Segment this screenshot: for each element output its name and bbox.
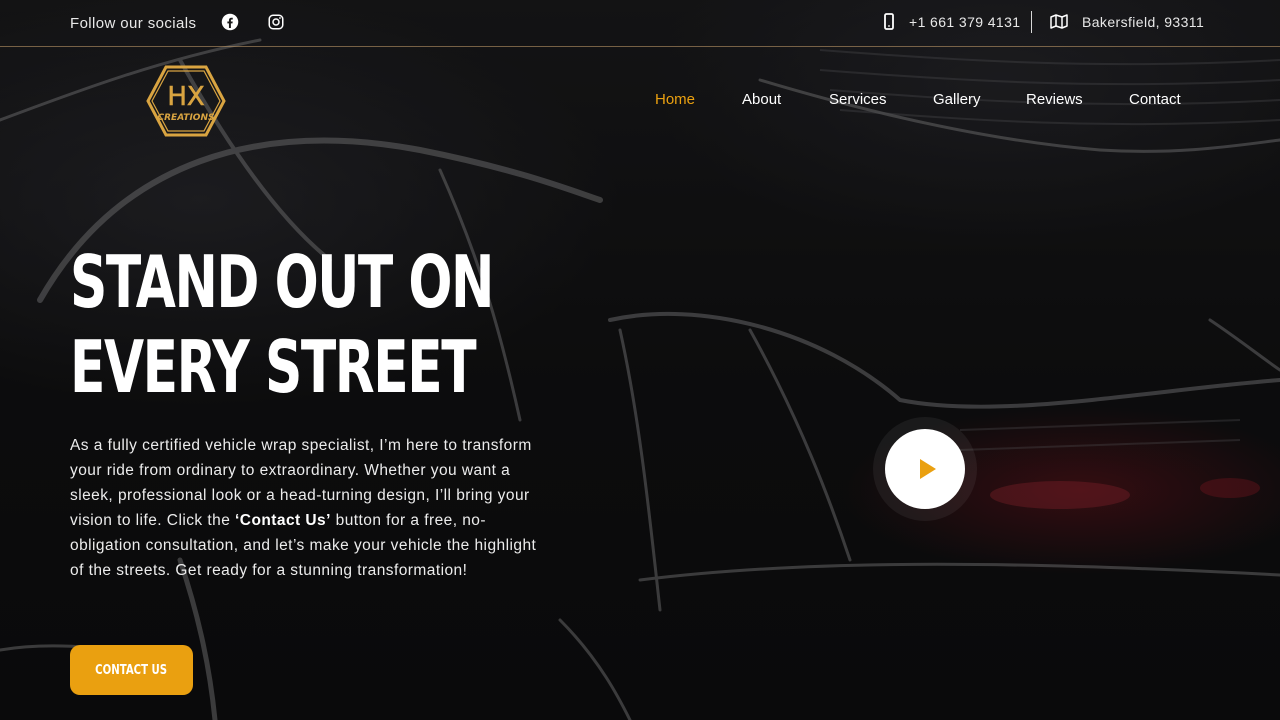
facebook-icon[interactable] [221,13,239,31]
logo-text-top: HX [167,82,204,112]
nav-item-home[interactable]: Home [655,91,695,108]
nav-item-gallery[interactable]: Gallery [933,91,981,108]
logo-text-bottom: CREATIONS [158,113,215,123]
hero-heading-line-1: Stand out on [70,240,494,324]
follow-socials-label: Follow our socials [70,15,197,32]
phone-icon [882,13,896,30]
hero-description: As a fully certified vehicle wrap specia… [70,433,540,583]
phone-number-link[interactable]: +1 661 379 4131 [909,14,1021,30]
nav-item-services[interactable]: Services [829,91,887,108]
contact-us-label: CONTACT US [95,662,168,678]
contact-us-button[interactable]: CONTACT US [70,645,193,695]
nav-item-contact[interactable]: Contact [1129,91,1181,108]
play-icon [919,459,936,479]
instagram-icon[interactable] [267,13,285,31]
hx-creations-logo[interactable]: HX CREATIONS [144,64,228,138]
play-video-button[interactable] [885,429,965,509]
hero-description-bold: ‘Contact Us’ [235,512,331,529]
nav-item-reviews[interactable]: Reviews [1026,91,1083,108]
address-text: Bakersfield, 93311 [1082,14,1205,30]
hero-heading-line-2: every street [70,325,477,409]
top-info-bar: Follow our socials +1 661 379 4131 Baker… [0,0,1280,47]
map-icon [1050,14,1068,29]
nav-item-about[interactable]: About [742,91,781,108]
hero-heading: Stand out on every street [70,240,494,410]
topbar-divider [1031,11,1032,33]
